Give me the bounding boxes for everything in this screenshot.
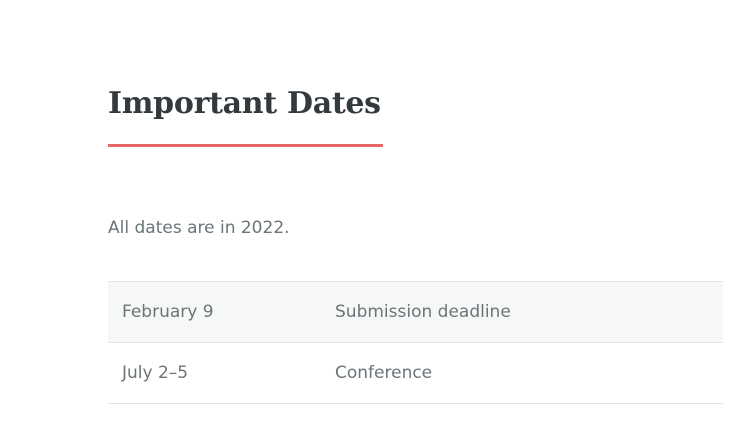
event-cell: Conference [335,342,723,404]
event-cell: Submission deadline [335,281,723,343]
table-row: February 9 Submission deadline [108,281,723,343]
dates-note: All dates are in 2022. [108,218,290,238]
dates-table: February 9 Submission deadline July 2–5 … [108,281,723,404]
date-cell: July 2–5 [108,342,335,404]
date-cell: February 9 [108,281,335,343]
title-underline [108,144,383,147]
section-title: Important Dates [108,86,381,121]
table-row: July 2–5 Conference [108,342,723,404]
